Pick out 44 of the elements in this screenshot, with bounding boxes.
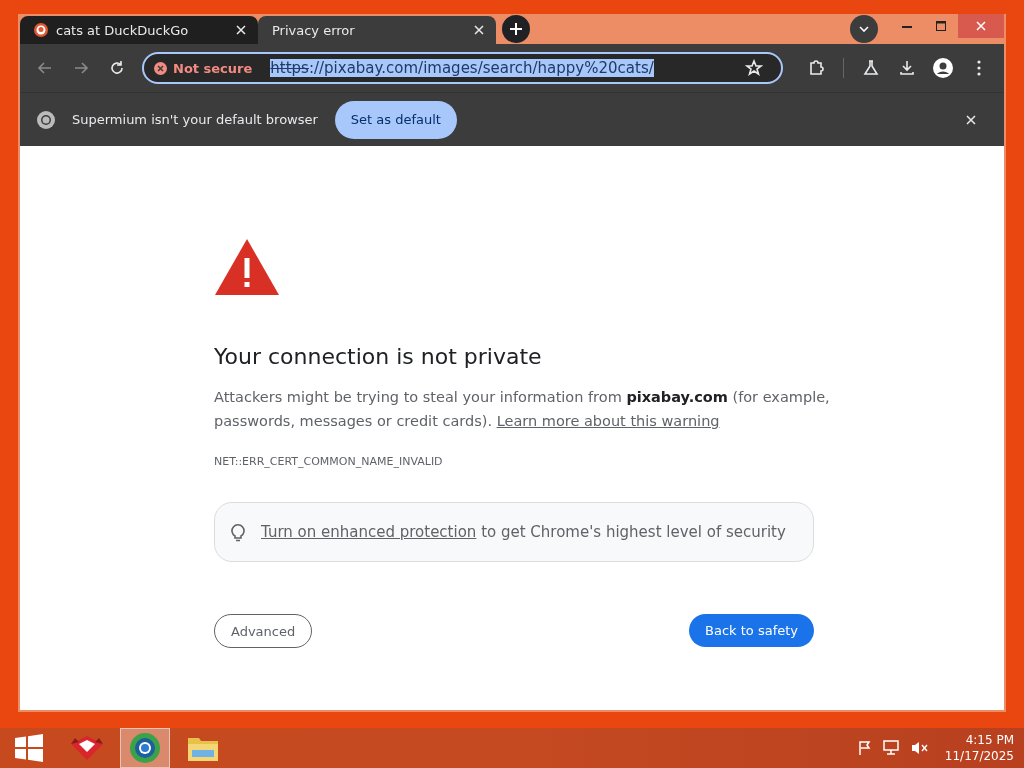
error-icon [154, 61, 167, 75]
browser-logo-icon [36, 109, 56, 130]
system-clock[interactable]: 4:15 PM 11/17/2025 [944, 732, 1014, 764]
muted-speaker-icon[interactable] [910, 740, 929, 756]
flask-icon [862, 59, 880, 77]
protection-text: Turn on enhanced protection to get Chrome's highest level of security [261, 523, 786, 541]
menu-icon [977, 60, 981, 76]
new-tab-button[interactable] [502, 14, 530, 43]
taskbar-app-button[interactable] [120, 728, 170, 768]
lightbulb-icon [231, 522, 245, 542]
close-tab-button[interactable] [234, 23, 248, 37]
warning-icon [214, 238, 280, 296]
security-chip[interactable]: Not secure [154, 60, 253, 76]
error-code: NET::ERR_CERT_COMMON_NAME_INVALID [214, 455, 444, 468]
download-icon [898, 59, 916, 77]
close-tab-button[interactable] [472, 23, 486, 37]
learn-more-link[interactable]: Learn more about this warning [496, 413, 720, 429]
flag-icon[interactable] [856, 740, 873, 756]
browser-tab[interactable]: Privacy error [258, 16, 496, 44]
windows-logo-icon [15, 734, 43, 762]
maximize-icon [936, 21, 946, 31]
back-to-safety-button[interactable]: Back to safety [689, 614, 814, 647]
close-icon [236, 25, 246, 35]
star-icon [745, 59, 763, 77]
close-icon [976, 21, 986, 31]
error-description: Attackers might be trying to steal your information from pixabay.com (for example, passwords, messages or credit cards). Learn more about this warning [214, 388, 831, 431]
tab-search-button[interactable] [850, 15, 878, 43]
reload-icon [108, 59, 126, 77]
set-default-button[interactable]: Set as default [334, 100, 457, 139]
network-icon[interactable] [882, 740, 901, 756]
enhanced-protection-link[interactable]: Turn on enhanced protection [261, 523, 477, 541]
puzzle-icon [807, 59, 825, 77]
error-heading: Your connection is not private [214, 344, 543, 369]
close-icon [474, 25, 484, 35]
infobar-message: Supermium isn't your default browser [72, 112, 318, 127]
close-icon [966, 114, 976, 125]
plus-icon [509, 21, 523, 36]
advanced-button[interactable]: Advanced [214, 614, 313, 648]
clock-date: 11/17/2025 [944, 748, 1014, 764]
browser-tab[interactable]: cats at DuckDuckGo [20, 16, 258, 44]
clock-time: 4:15 PM [965, 732, 1014, 748]
chevron-down-icon [859, 26, 869, 32]
profile-icon [933, 58, 953, 78]
address-bar[interactable]: Not secure https://pixabay.com/images/search/happy%20cats/ [142, 52, 783, 84]
